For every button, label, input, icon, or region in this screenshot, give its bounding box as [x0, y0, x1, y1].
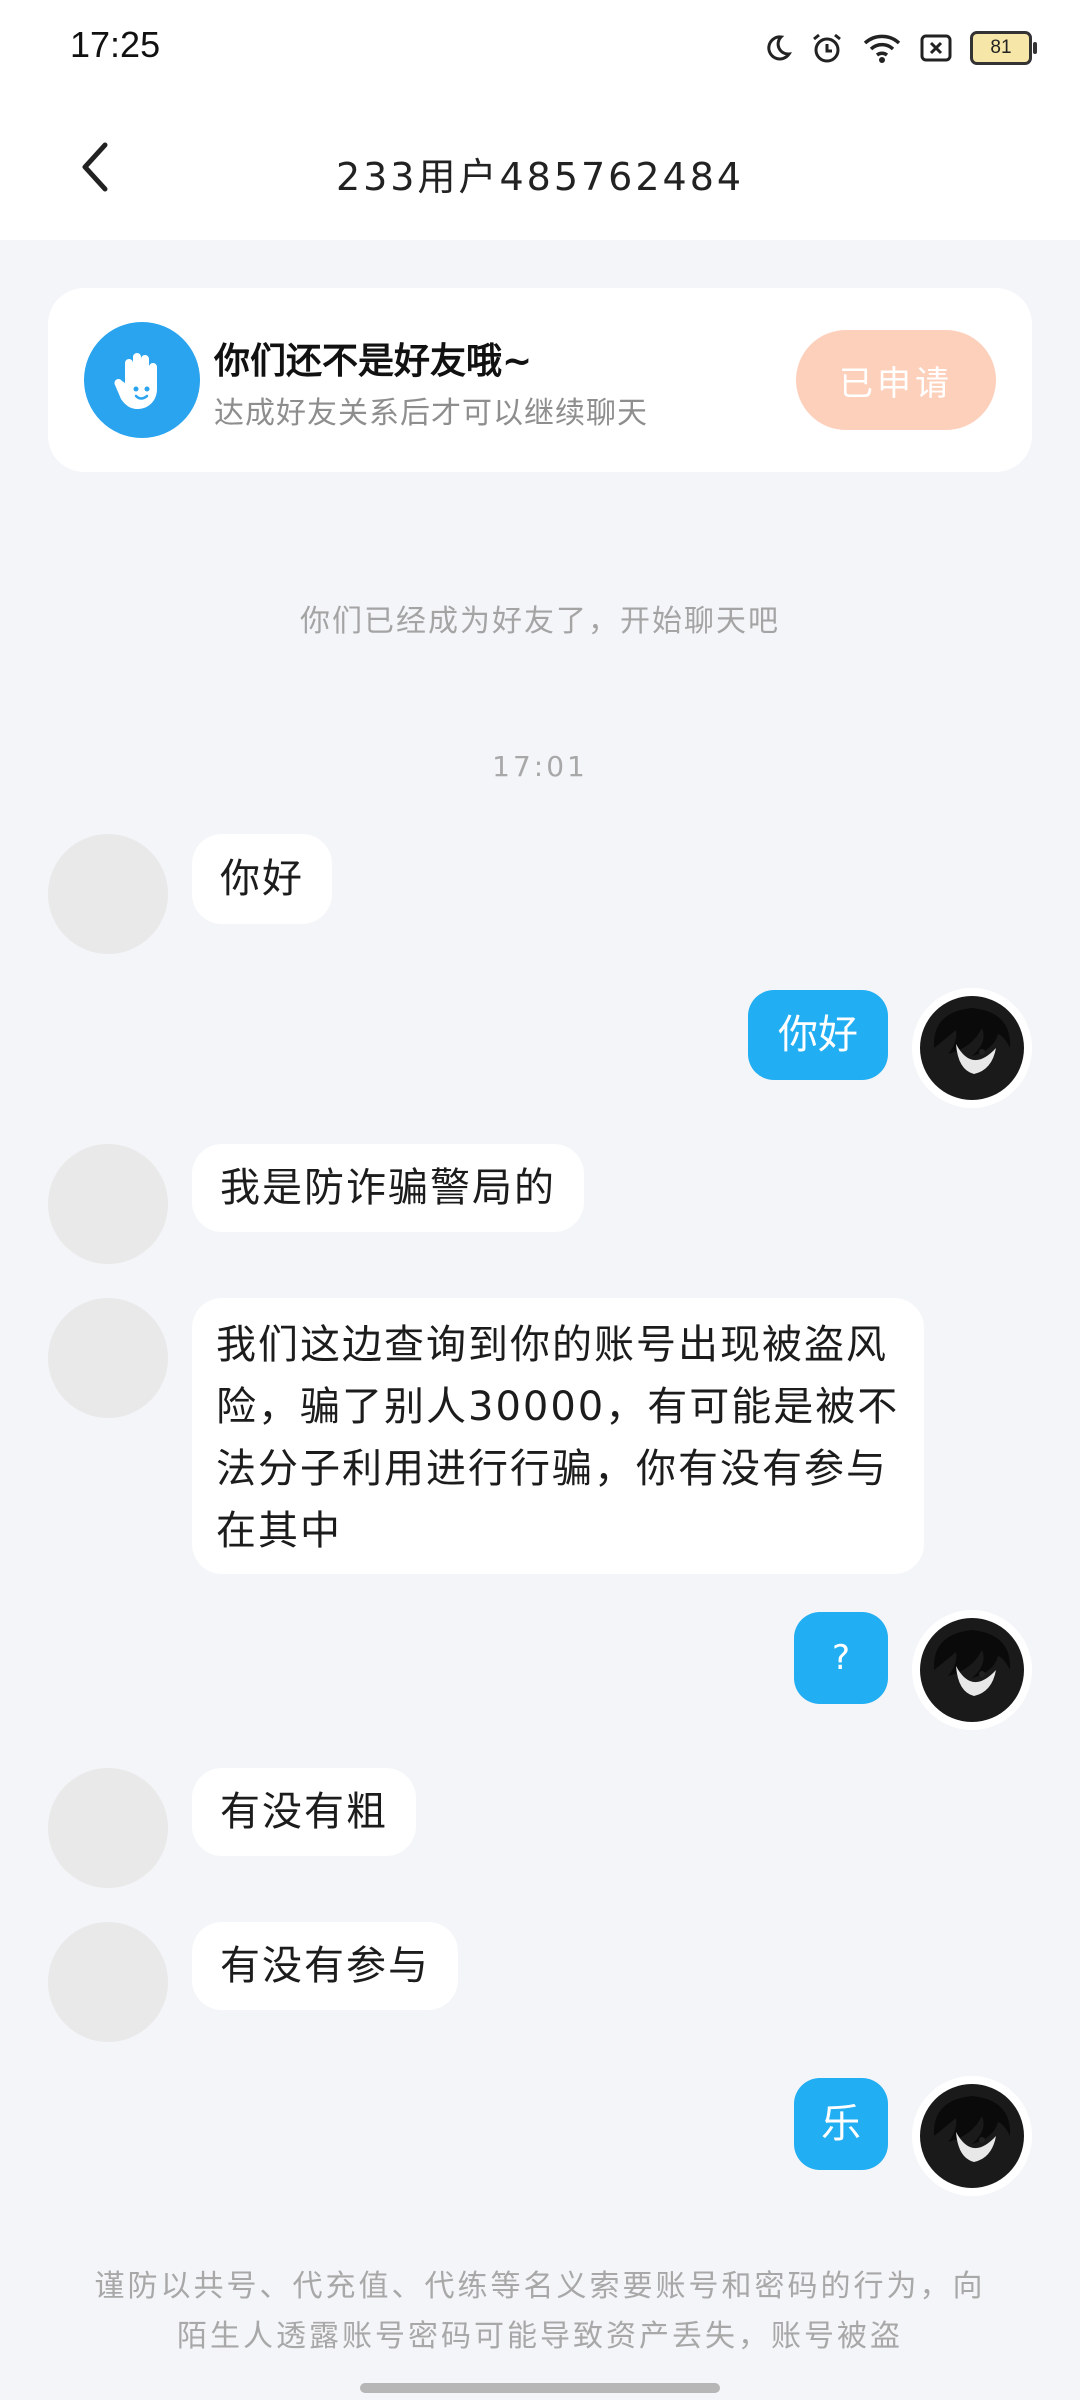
message-bubble-incoming: 我们这边查询到你的账号出现被盗风险，骗了别人30000，有可能是被不法分子利用进… [192, 1298, 924, 1574]
alarm-icon [810, 31, 844, 65]
moon-icon [762, 33, 792, 63]
avatar[interactable] [48, 1298, 168, 1418]
avatar[interactable] [48, 1768, 168, 1888]
message-bubble-outgoing: 乐 [794, 2078, 888, 2170]
battery-icon: 81 [970, 31, 1037, 65]
status-icons: 81 [762, 26, 1037, 70]
avatar[interactable] [48, 1144, 168, 1264]
message-bubble-incoming: 有没有参与 [192, 1922, 458, 2010]
message-bubble-incoming: 有没有粗 [192, 1768, 416, 1856]
avatar[interactable] [912, 1610, 1032, 1730]
avatar[interactable] [48, 1922, 168, 2042]
status-time: 17:25 [70, 24, 161, 65]
message-bubble-incoming: 你好 [192, 834, 332, 924]
applied-button[interactable]: 已申请 [796, 330, 996, 430]
hand-icon [84, 322, 200, 438]
friend-banner-subtitle: 达成好友关系后才可以继续聊天 [214, 396, 648, 431]
chat-screen: 17:25 81 233用户485762484 你们还不是好友哦~ 达成好友关系… [0, 0, 1080, 2400]
home-indicator[interactable] [360, 2383, 720, 2393]
message-timestamp: 17:01 [492, 750, 588, 783]
status-bar: 17:25 81 [0, 0, 1080, 96]
sim-off-icon [920, 33, 952, 63]
chat-header: 233用户485762484 [0, 96, 1080, 240]
friend-request-banner: 你们还不是好友哦~ 达成好友关系后才可以继续聊天 已申请 [48, 288, 1032, 472]
wifi-icon [862, 32, 902, 64]
system-message: 你们已经成为好友了，开始聊天吧 [300, 604, 780, 639]
message-bubble-outgoing: 你好 [748, 990, 888, 1080]
message-bubble-outgoing: ? [794, 1612, 888, 1704]
page-title: 233用户485762484 [335, 155, 745, 199]
avatar[interactable] [48, 834, 168, 954]
friend-banner-title: 你们还不是好友哦~ [214, 341, 533, 382]
message-bubble-incoming: 我是防诈骗警局的 [192, 1144, 584, 1232]
avatar[interactable] [912, 2076, 1032, 2196]
avatar[interactable] [912, 988, 1032, 1108]
security-notice: 谨防以共号、代充值、代练等名义索要账号和密码的行为，向陌生人透露账号密码可能导致… [94, 2269, 986, 2354]
